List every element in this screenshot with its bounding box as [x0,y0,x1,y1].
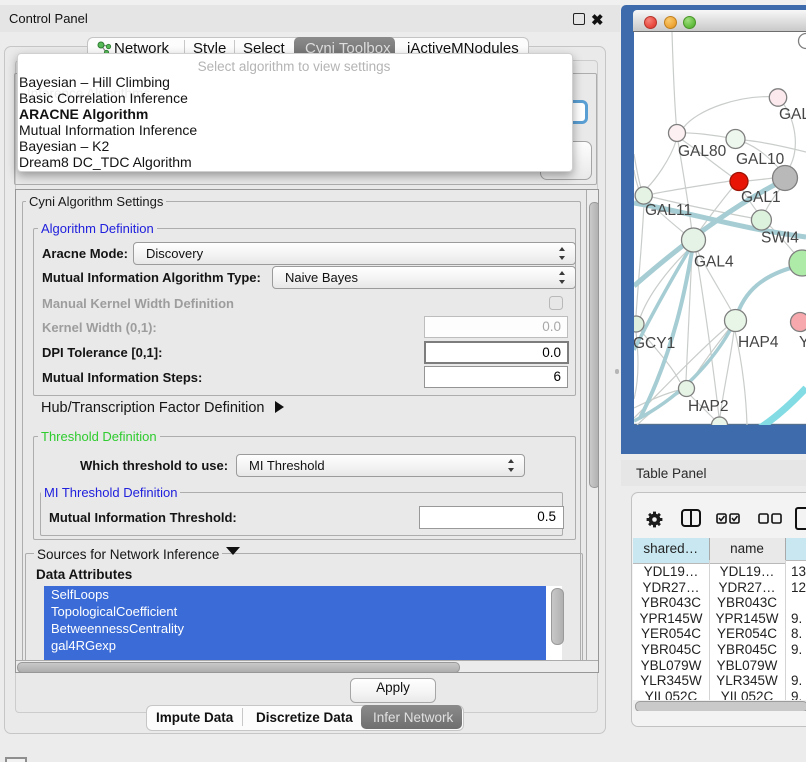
svg-text:GAL4: GAL4 [694,254,734,271]
svg-text:GAL11: GAL11 [645,202,692,219]
svg-text:GCY1: GCY1 [634,335,675,352]
svg-text:GAL1: GAL1 [741,189,781,206]
svg-text:GAL80: GAL80 [678,143,727,160]
svg-text:SWI4: SWI4 [761,230,799,247]
svg-text:HAP2: HAP2 [688,398,729,415]
svg-text:YJ: YJ [799,334,806,351]
svg-text:HAP4: HAP4 [738,334,779,351]
svg-text:GAL7: GAL7 [779,106,806,123]
svg-text:GAL10: GAL10 [736,151,785,168]
